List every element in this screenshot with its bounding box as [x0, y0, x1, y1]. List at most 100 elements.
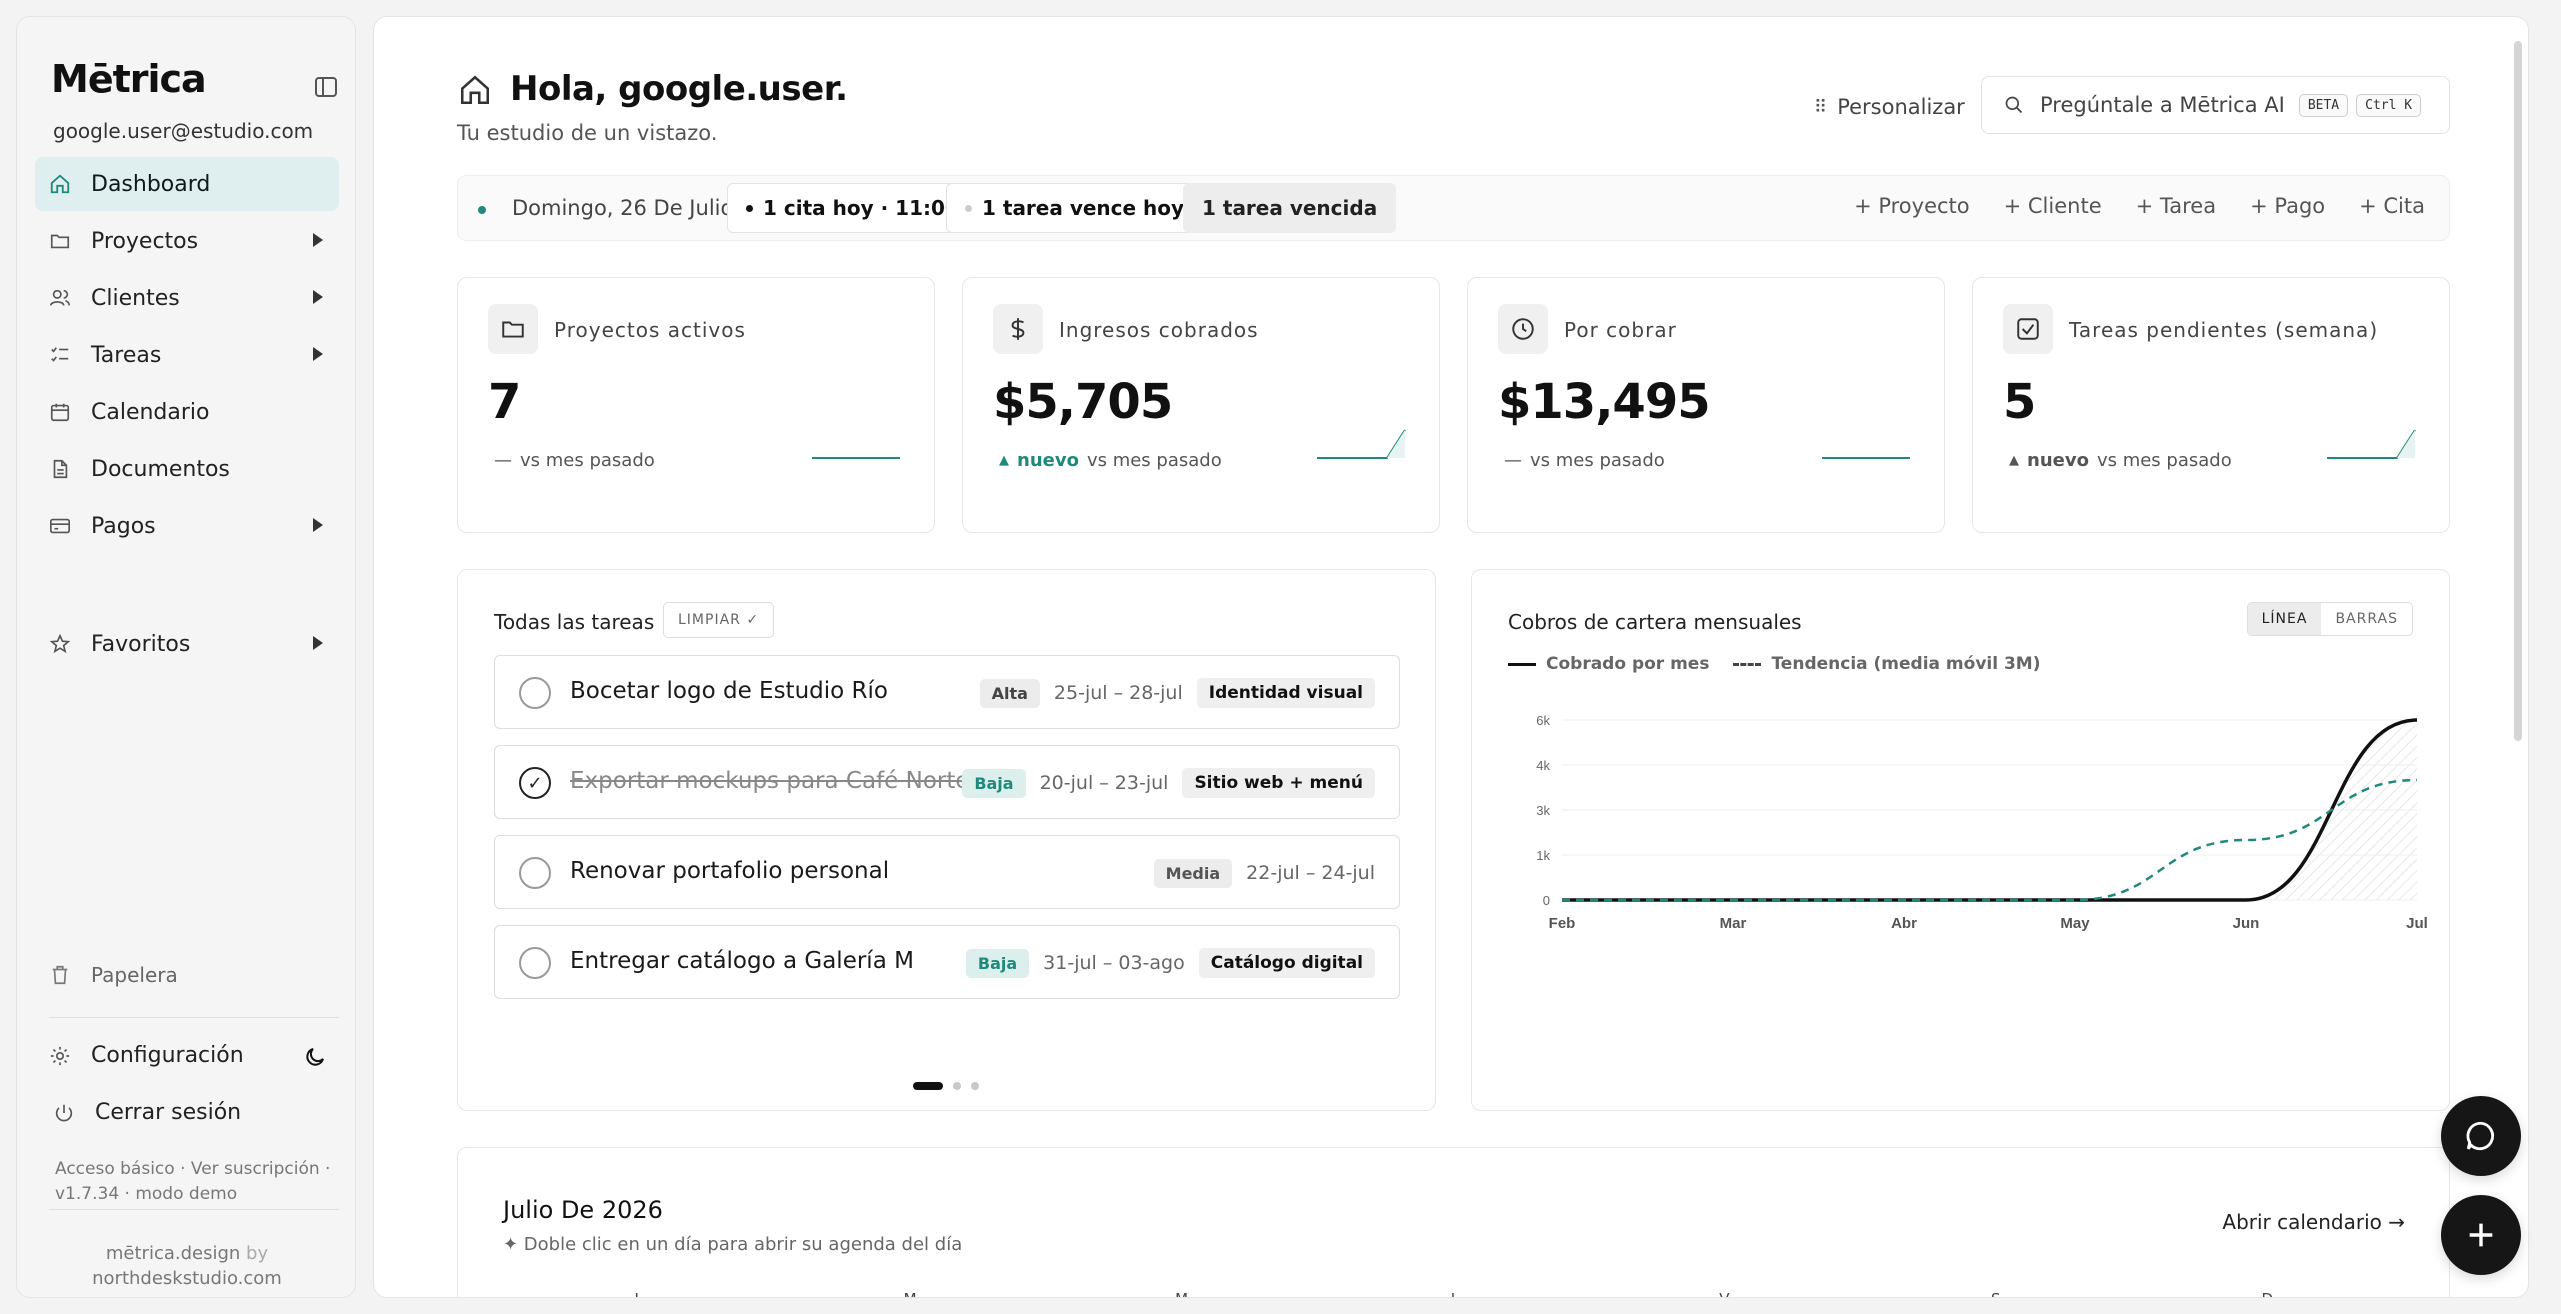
kpi-value: $5,705 [993, 374, 1173, 430]
calendar-icon [49, 401, 71, 423]
clear-tasks-button[interactable]: LIMPIAR ✓ [663, 602, 775, 638]
add-appointment-button[interactable]: + Cita [2359, 194, 2425, 218]
due-today-pill[interactable]: 1 tarea vence hoy [946, 183, 1204, 233]
toggle-line[interactable]: LÍNEA [2247, 603, 2322, 635]
sidebar-item-configuracion[interactable]: Configuración [49, 1043, 244, 1068]
search-icon [2005, 96, 2023, 114]
kpi-value: $13,495 [1498, 374, 1711, 430]
tasks-panel: Todas las tareas LIMPIAR ✓ Bocetar logo … [457, 569, 1436, 1111]
main-scrollbar[interactable] [2514, 41, 2522, 741]
delta-up-icon: ▲ [2009, 453, 2019, 468]
open-calendar-link[interactable]: Abrir calendario → [2222, 1210, 2405, 1234]
checklist-icon [49, 344, 71, 366]
caret-right-icon[interactable] [313, 290, 323, 304]
sidebar-divider [49, 1017, 339, 1018]
kpi-delta: — vs mes pasado [494, 450, 655, 471]
add-payment-button[interactable]: + Pago [2250, 194, 2325, 218]
kpi-card-receivable[interactable]: Por cobrar $13,495 — vs mes pasado [1467, 277, 1945, 533]
app-logo[interactable]: Mētrica [51, 57, 207, 101]
sidebar-item-favoritos[interactable]: Favoritos [35, 617, 339, 671]
ai-search-input[interactable]: Pregúntale a Mētrica AI BETA Ctrl K [1981, 76, 2450, 134]
caret-right-icon[interactable] [313, 347, 323, 361]
folder-icon [49, 230, 71, 252]
calendar-panel: Julio De 2026 ✦ Doble clic en un día par… [457, 1147, 2450, 1297]
sidebar-item-pagos[interactable]: Pagos [35, 499, 339, 553]
sidebar-item-label: Proyectos [91, 228, 199, 254]
add-task-button[interactable]: + Tarea [2136, 194, 2216, 218]
weekday-label: S [1860, 1290, 2131, 1297]
legend-series-0: Cobrado por mes [1546, 654, 1710, 674]
task-row[interactable]: Bocetar logo de Estudio Río Alta 25-jul … [494, 655, 1400, 729]
dark-mode-moon-icon[interactable] [303, 1045, 327, 1069]
caret-right-icon[interactable] [313, 636, 323, 650]
priority-badge: Media [1153, 858, 1233, 888]
pager-dot-2[interactable] [953, 1082, 961, 1090]
appointment-pill[interactable]: 1 cita hoy · 11:00 [727, 183, 978, 233]
weekday-label: D [2132, 1290, 2403, 1297]
kpi-card-income[interactable]: Ingresos cobrados $5,705 ▲ nuevo vs mes … [962, 277, 1440, 533]
add-client-button[interactable]: + Cliente [2004, 194, 2102, 218]
logout-button[interactable]: Cerrar sesión [53, 1100, 241, 1125]
project-badge[interactable]: Sitio web + menú [1182, 768, 1375, 798]
task-checkbox[interactable] [519, 677, 551, 709]
calendar-hint: ✦ Doble clic en un día para abrir su age… [503, 1234, 963, 1255]
kpi-card-active-projects[interactable]: Proyectos activos 7 — vs mes pasado [457, 277, 935, 533]
credits-studio-link[interactable]: northdeskstudio.com [92, 1268, 282, 1289]
task-checkbox-checked[interactable]: ✓ [519, 767, 551, 799]
tasks-title: Todas las tareas [494, 610, 655, 634]
chat-button[interactable] [2441, 1096, 2521, 1176]
task-checkbox[interactable] [519, 947, 551, 979]
x-tick-label: Jun [2233, 915, 2260, 932]
plus-icon [2469, 1223, 2493, 1247]
project-badge[interactable]: Catálogo digital [1198, 948, 1375, 978]
star-icon [49, 633, 71, 655]
appointment-label: 1 cita hoy · 11:00 [763, 196, 959, 220]
task-name: Bocetar logo de Estudio Río [570, 678, 888, 704]
delta-text: vs mes pasado [520, 450, 655, 471]
delta-text: vs mes pasado [1530, 450, 1665, 471]
x-tick-label: Mar [1720, 915, 1747, 932]
personalize-button[interactable]: ⠿ Personalizar [1814, 95, 1965, 119]
sidebar-item-proyectos[interactable]: Proyectos [35, 214, 339, 268]
task-row[interactable]: Renovar portafolio personal Media 22-jul… [494, 835, 1400, 909]
power-icon [53, 1102, 75, 1124]
sidebar-item-clientes[interactable]: Clientes [35, 271, 339, 325]
beta-badge: BETA [2298, 93, 2349, 117]
quick-add-button[interactable] [2441, 1195, 2521, 1275]
sidebar-item-label: Documentos [91, 456, 230, 482]
plan-note[interactable]: Acceso básico · Ver suscripción · v1.7.3… [55, 1157, 345, 1207]
credits-site-link[interactable]: mētrica.design [106, 1243, 240, 1264]
kpi-card-pending-tasks[interactable]: Tareas pendientes (semana) 5 ▲ nuevo vs … [1972, 277, 2450, 533]
project-badge[interactable]: Identidad visual [1196, 678, 1375, 708]
task-meta: Baja 20-jul – 23-jul Sitio web + menú [962, 766, 1375, 800]
sidebar-item-label: Pagos [91, 513, 156, 539]
line-chart: 0 1k 3k 4k 6k Feb Mar Abr May Jun Jul [1536, 713, 2428, 932]
sidebar-item-dashboard[interactable]: Dashboard [35, 157, 339, 211]
status-dot [478, 206, 486, 214]
caret-right-icon[interactable] [313, 518, 323, 532]
sparkline [812, 457, 900, 459]
caret-right-icon[interactable] [313, 233, 323, 247]
pager-dot-1[interactable] [913, 1082, 943, 1090]
weekday-label: M [774, 1290, 1045, 1297]
overdue-pill[interactable]: 1 tarea vencida [1183, 183, 1397, 233]
weekday-label: J [1317, 1290, 1588, 1297]
kpi-title: Ingresos cobrados [1059, 318, 1259, 342]
sidebar-item-tareas[interactable]: Tareas [35, 328, 339, 382]
task-checkbox[interactable] [519, 857, 551, 889]
sidebar-item-papelera[interactable]: Papelera [49, 963, 178, 987]
task-row[interactable]: Entregar catálogo a Galería M Baja 31-ju… [494, 925, 1400, 999]
y-tick-label: 3k [1536, 803, 1550, 818]
task-row[interactable]: ✓ Exportar mockups para Café Norte Baja … [494, 745, 1400, 819]
sidebar-collapse-icon[interactable] [315, 77, 337, 97]
kpi-title: Proyectos activos [554, 318, 746, 342]
pager-dot-3[interactable] [971, 1082, 979, 1090]
legend-solid-swatch [1508, 662, 1536, 666]
sidebar-item-calendario[interactable]: Calendario [35, 385, 339, 439]
sidebar-item-documentos[interactable]: Documentos [35, 442, 339, 496]
toggle-bars[interactable]: BARRAS [2321, 603, 2412, 635]
x-tick-label: Jul [2406, 915, 2428, 932]
add-project-button[interactable]: + Proyecto [1854, 194, 1970, 218]
y-tick-label: 1k [1536, 848, 1550, 863]
sparkline [1822, 457, 1910, 459]
